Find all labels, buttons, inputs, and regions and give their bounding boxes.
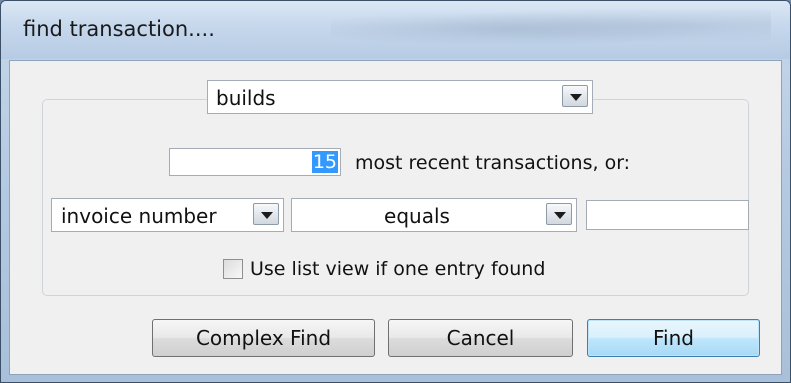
chevron-down-icon[interactable] — [546, 203, 572, 225]
transaction-type-select[interactable]: builds — [207, 80, 593, 114]
title-bar[interactable]: find transaction.... — [1, 1, 790, 59]
transaction-type-value: builds — [216, 86, 276, 110]
search-field-select[interactable]: invoice number — [51, 198, 284, 232]
chevron-down-icon[interactable] — [562, 85, 588, 107]
recent-count-input[interactable]: 15 — [169, 148, 341, 176]
recent-count-value: 15 — [311, 151, 338, 173]
cancel-button[interactable]: Cancel — [388, 319, 573, 357]
criteria-value-input[interactable] — [586, 200, 749, 230]
search-field-value: invoice number — [61, 204, 217, 228]
find-transaction-window: find transaction.... builds 15 most rece… — [0, 0, 791, 383]
operator-value: equals — [384, 204, 450, 228]
find-button[interactable]: Find — [587, 319, 760, 357]
list-view-checkbox[interactable] — [223, 259, 243, 279]
dialog-body: builds 15 most recent transactions, or: … — [9, 60, 782, 375]
window-title: find transaction.... — [23, 17, 215, 41]
chevron-down-icon[interactable] — [253, 203, 279, 225]
operator-select[interactable]: equals — [291, 198, 577, 232]
recent-transactions-label: most recent transactions, or: — [355, 152, 631, 174]
list-view-label[interactable]: Use list view if one entry found — [250, 258, 545, 280]
complex-find-button[interactable]: Complex Find — [152, 319, 375, 357]
